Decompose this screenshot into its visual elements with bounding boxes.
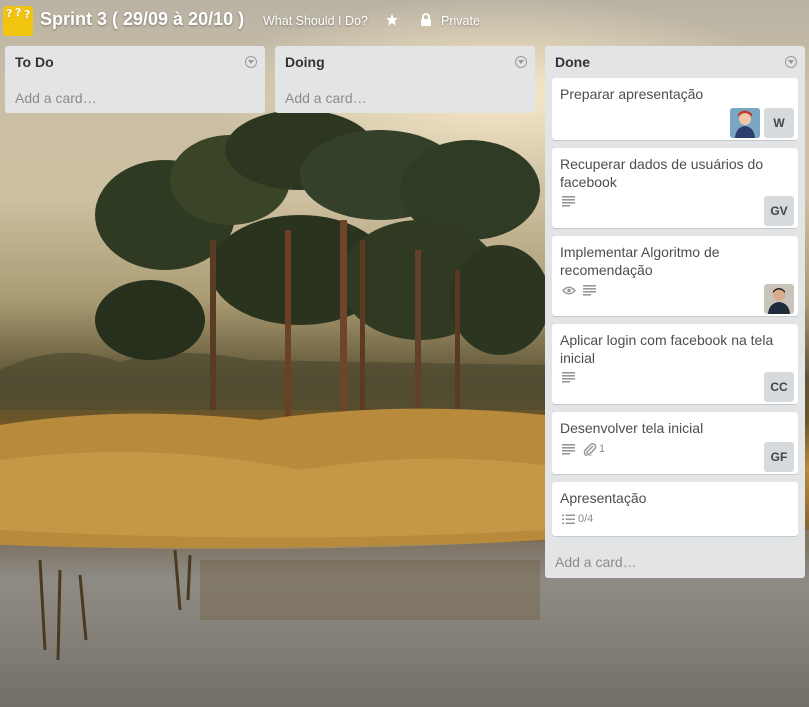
card-title: Implementar Algoritmo de recomendação [560,244,720,278]
card[interactable]: Aplicar login com facebook na tela inici… [552,324,798,404]
card[interactable]: Recuperar dados de usuários do facebook … [552,148,798,228]
add-card-link[interactable]: Add a card… [15,90,97,106]
board-logo-icon[interactable]: ? ? ? [3,6,33,36]
list-menu-icon[interactable] [515,56,527,68]
description-icon [583,285,596,296]
card[interactable]: Preparar apresentação W [552,78,798,140]
member-initials[interactable]: CC [764,372,794,402]
list-title[interactable]: Doing [285,54,325,70]
member-initials[interactable]: GV [764,196,794,226]
list-title[interactable]: Done [555,54,590,70]
list-done: Done Preparar apresentação W Recuperar d… [545,46,805,578]
list-doing: Doing Add a card… [275,46,535,113]
member-avatar-photo[interactable] [764,284,794,314]
card-title: Apresentação [560,490,647,506]
avatar-photo-icon [730,108,760,138]
card-title: Aplicar login com facebook na tela inici… [560,332,774,366]
card[interactable]: Apresentação 0/4 [552,482,798,536]
checklist-progress: 0/4 [578,513,594,525]
list-title[interactable]: To Do [15,54,54,70]
list-menu-icon[interactable] [245,56,257,68]
description-icon [562,196,575,207]
member-avatar-photo[interactable] [730,108,760,138]
organization-link[interactable]: What Should I Do? [263,14,368,28]
list-to-do: To Do Add a card… [5,46,265,113]
card[interactable]: Implementar Algoritmo de recomendação [552,236,798,316]
checklist-icon [562,514,575,525]
attachment-icon [583,443,597,456]
attachment-count: 1 [599,443,606,455]
visibility-toggle[interactable]: Private [441,14,480,28]
card-title: Desenvolver tela inicial [560,420,704,436]
card-title: Recuperar dados de usuários do facebook [560,156,764,190]
card-title: Preparar apresentação [560,86,704,102]
board-header: ? ? ? Sprint 3 ( 29/09 à 20/10 ) What Sh… [0,0,809,42]
board-title[interactable]: Sprint 3 ( 29/09 à 20/10 ) [40,9,244,30]
lock-icon [421,13,431,26]
list-menu-icon[interactable] [785,56,797,68]
member-initials[interactable]: GF [764,442,794,472]
add-card-link[interactable]: Add a card… [285,90,367,106]
logo-glyph: ? [24,8,31,21]
add-card-link[interactable]: Add a card… [555,554,637,570]
eye-icon [562,286,576,295]
avatar-photo-icon [764,284,794,314]
member-initials[interactable]: W [764,108,794,138]
logo-glyph: ? [15,6,22,19]
description-icon [562,444,575,455]
star-icon[interactable] [385,13,399,27]
logo-glyph: ? [6,7,13,20]
card[interactable]: Desenvolver tela inicial 1 GF [552,412,798,474]
description-icon [562,372,575,383]
